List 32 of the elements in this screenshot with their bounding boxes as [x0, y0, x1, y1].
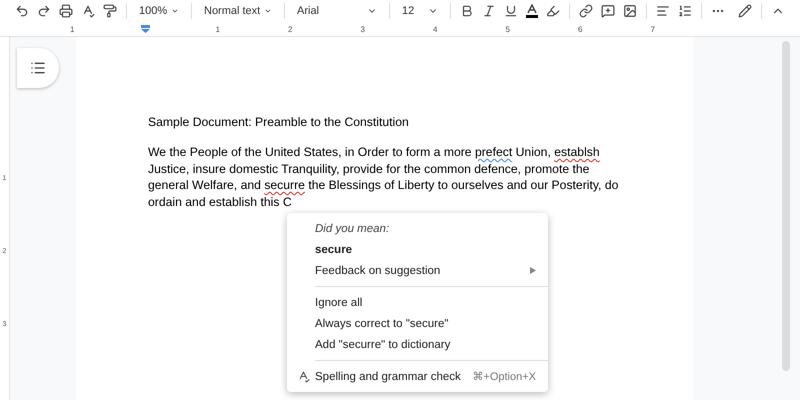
outline-button[interactable] [17, 48, 59, 88]
ruler-number: 4 [432, 24, 438, 34]
spellcheck-icon [297, 370, 310, 383]
text-line: Justice, insure domestic Tranquility, provide for the common defence, promote the [148, 160, 590, 177]
menu-item[interactable]: Always correct to "secure" [315, 318, 536, 330]
suggestion-item[interactable]: secure [315, 244, 536, 256]
list-icon [30, 60, 46, 76]
ruler-number: 1 [214, 24, 221, 34]
menu-item[interactable]: Spelling and grammar check [315, 370, 472, 382]
ruler-number: 2 [287, 24, 294, 34]
indent-marker-icon[interactable] [140, 25, 150, 33]
document-title: Sample Document: Preamble to the Constitution [148, 115, 410, 129]
font-size-dropdown[interactable]: 12 [396, 1, 444, 21]
ruler-number: 5 [504, 24, 511, 34]
submenu-arrow-icon [530, 267, 536, 274]
text-line: general Welfare, and securre the Blessings of Liberty to ourselves and our Posterity, do [148, 177, 620, 194]
menu-heading: Did you mean: [315, 222, 390, 234]
text-line: ordain and establish this C [148, 194, 293, 210]
font-dropdown[interactable]: Arial [291, 1, 383, 21]
ruler-number: 6 [577, 24, 584, 34]
menu-item[interactable]: Feedback on suggestion [315, 264, 530, 276]
text-color-icon[interactable] [523, 1, 541, 21]
text-line: We the People of the United States, in Order to form a more prefect Union, establsh [148, 144, 601, 160]
scrollbar-thumb[interactable] [782, 41, 790, 371]
style-dropdown[interactable]: Normal text [198, 1, 278, 21]
zoom-dropdown[interactable]: 100% [133, 1, 185, 21]
ruler-number: 1 [69, 24, 76, 34]
menu-item[interactable]: Add "securre" to dictionary [315, 338, 536, 350]
menu-item[interactable]: Ignore all [315, 296, 536, 308]
ruler-number: 3 [360, 24, 366, 34]
shortcut-text: ⌘+Option+X [472, 370, 536, 383]
ruler-number: 7 [650, 24, 656, 34]
